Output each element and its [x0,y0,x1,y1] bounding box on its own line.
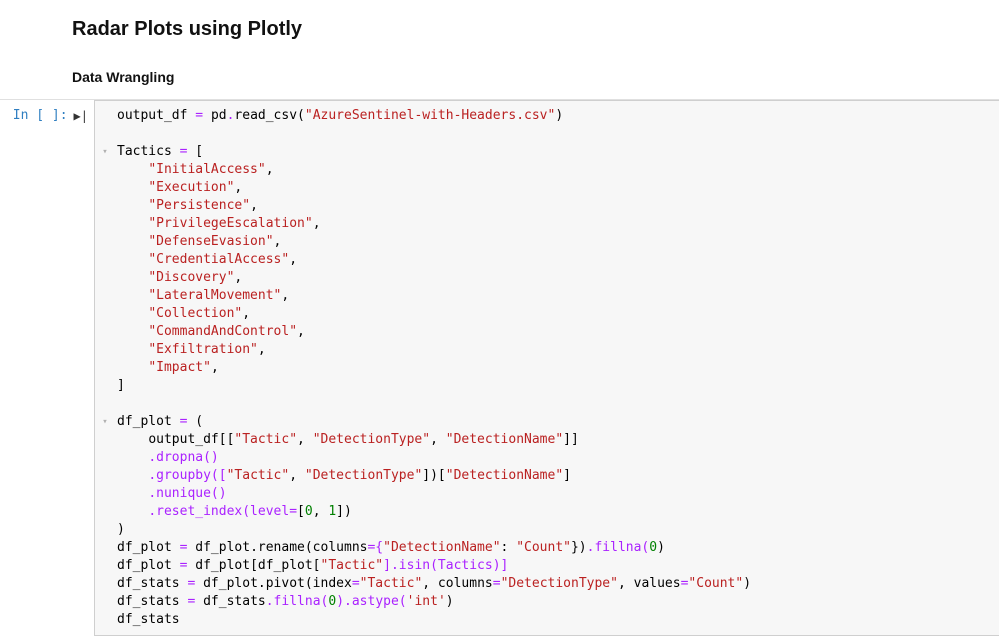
code-content[interactable]: output_df = pd.read_csv("AzureSentinel-w… [117,107,991,629]
code-cell[interactable]: In [ ]: ▶| ▾ ▾ output_df = pd.read_csv("… [0,99,999,636]
fold-toggle-icon[interactable]: ▾ [99,413,111,431]
run-cell-icon[interactable]: ▶| [74,109,88,123]
page-title: Radar Plots using Plotly [72,18,999,41]
code-editor[interactable]: ▾ ▾ output_df = pd.read_csv("AzureSentin… [94,100,999,636]
fold-gutter[interactable]: ▾ ▾ [99,107,111,431]
text-cell: Radar Plots using Plotly Data Wrangling [0,18,999,85]
fold-toggle-icon[interactable]: ▾ [99,143,111,161]
section-heading: Data Wrangling [72,69,999,85]
input-prompt: In [ ]: [13,108,68,123]
notebook-document: Radar Plots using Plotly Data Wrangling … [0,18,999,636]
prompt-area: In [ ]: ▶| [0,100,94,636]
